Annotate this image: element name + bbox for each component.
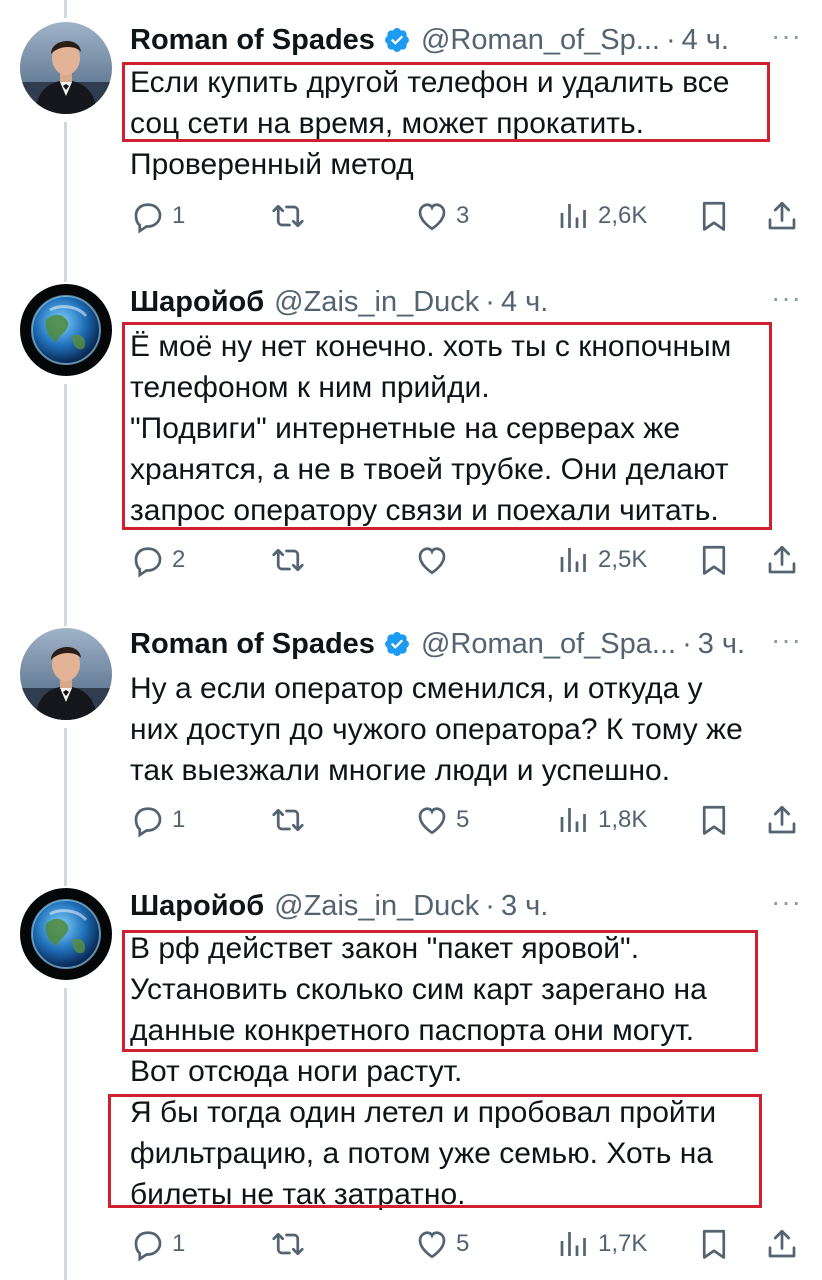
author-handle[interactable]: @Zais_in_Duck bbox=[274, 890, 479, 923]
share-icon bbox=[768, 1229, 796, 1258]
view-count: 1,7K bbox=[598, 1230, 648, 1257]
retweet-button[interactable] bbox=[270, 1222, 312, 1266]
retweet-icon bbox=[272, 1232, 304, 1256]
text-line: Вот отсюда ноги растут. bbox=[130, 1055, 463, 1088]
tweet[interactable]: Шаройоб @Zais_in_Duck · 3 ч. ··· В рф де… bbox=[0, 0, 822, 1280]
heart-icon bbox=[418, 1231, 446, 1259]
tweet-actions: 1 5 1,7K bbox=[130, 1222, 802, 1266]
bookmark-icon bbox=[702, 1229, 726, 1259]
avatar[interactable] bbox=[20, 888, 112, 980]
views-button[interactable]: 1,7K bbox=[556, 1222, 647, 1266]
bookmark-button[interactable] bbox=[696, 1222, 732, 1266]
reply-icon bbox=[134, 1231, 162, 1262]
timestamp[interactable]: 3 ч. bbox=[501, 890, 548, 923]
more-icon[interactable]: ··· bbox=[771, 886, 802, 918]
tweet-header: Шаройоб @Zais_in_Duck · 3 ч. ··· bbox=[130, 886, 802, 926]
like-count: 5 bbox=[456, 1230, 470, 1257]
highlight-box bbox=[122, 930, 758, 1052]
separator: · bbox=[485, 889, 495, 922]
share-button[interactable] bbox=[764, 1222, 800, 1266]
like-button[interactable]: 5 bbox=[414, 1222, 469, 1266]
author-name[interactable]: Шаройоб bbox=[130, 890, 264, 923]
reply-count: 1 bbox=[172, 1230, 186, 1257]
views-icon bbox=[560, 1232, 586, 1256]
reply-button[interactable]: 1 bbox=[130, 1222, 185, 1266]
highlight-box bbox=[108, 1094, 762, 1208]
